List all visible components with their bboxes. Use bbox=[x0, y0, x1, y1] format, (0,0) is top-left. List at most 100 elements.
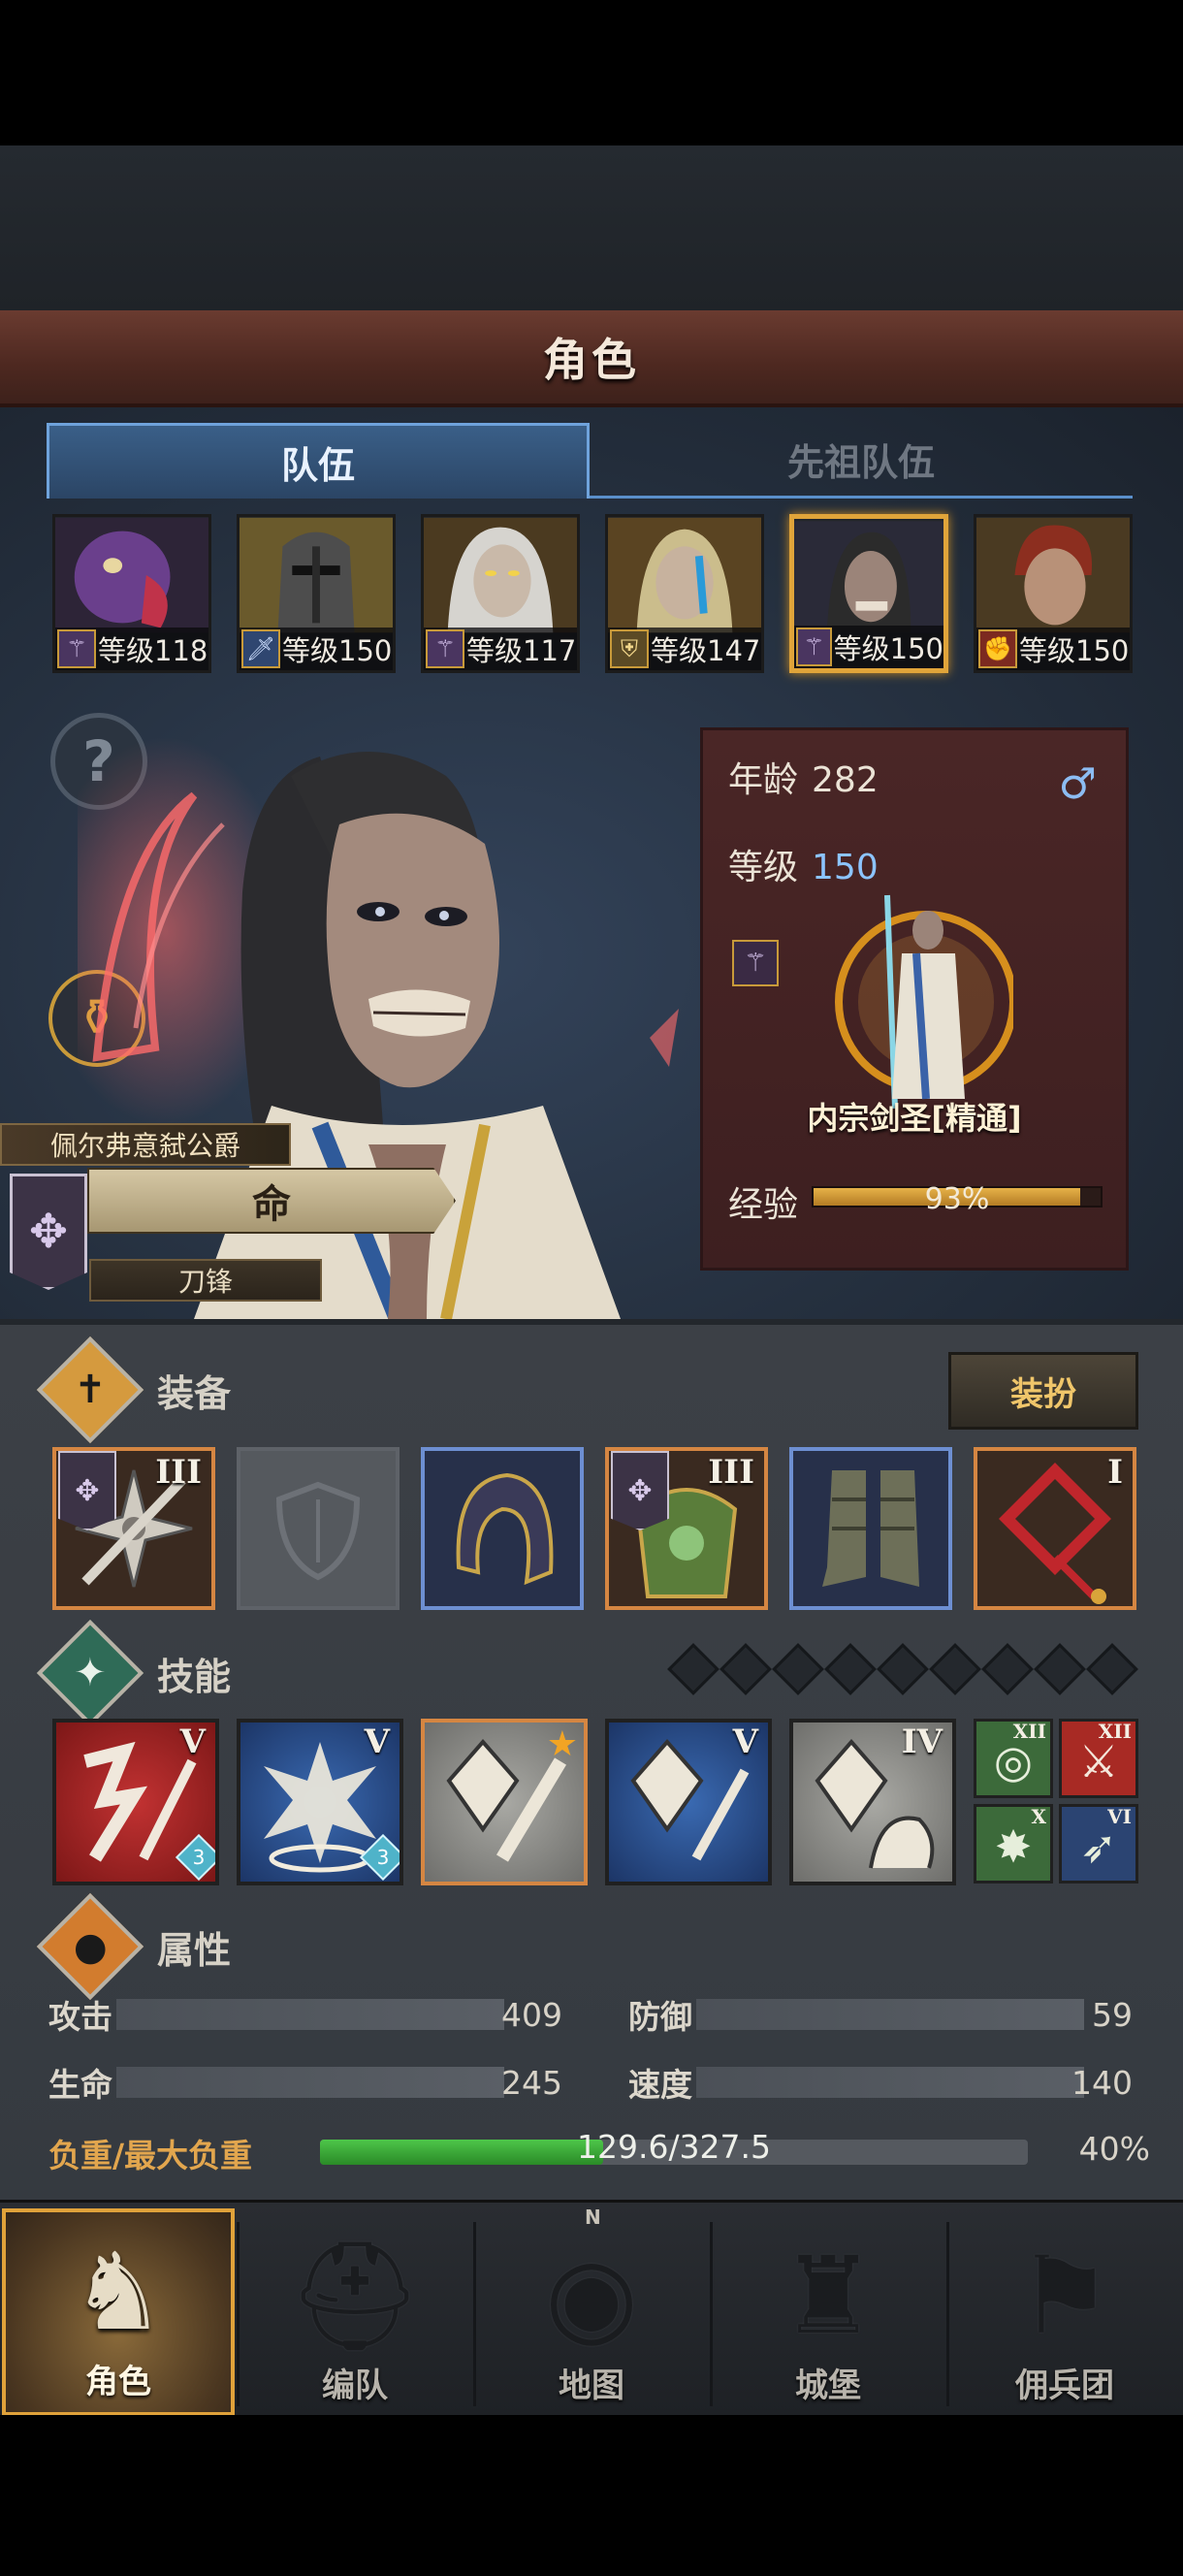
skill-slot-diamond bbox=[929, 1643, 981, 1695]
tier-label: III bbox=[155, 1453, 202, 1492]
nav-character[interactable]: ♞ 角色 bbox=[2, 2208, 235, 2416]
compass-north-label: N bbox=[585, 2206, 601, 2229]
skill-crystal-arm[interactable]: IV bbox=[789, 1719, 956, 1885]
party-member-1[interactable]: ⚚ 等级118 bbox=[52, 514, 211, 673]
tier-label: I bbox=[1107, 1453, 1123, 1492]
blade-icon: ⚔ bbox=[1078, 1735, 1119, 1787]
nav-label: 角色 bbox=[85, 2363, 151, 2401]
tier-label: XII bbox=[1012, 1720, 1046, 1743]
castle-icon: ♜ bbox=[780, 2234, 877, 2358]
passive-target[interactable]: ◎ XII bbox=[974, 1719, 1053, 1798]
exp-percent: 93% bbox=[924, 1182, 990, 1216]
party-portraits: ⚚ 等级118 🗡 等级150 ⚚ 等级117 ⛨ 等级147 ⚚ 等级150 … bbox=[52, 514, 1138, 673]
load-label: 负重/最大负重 bbox=[48, 2137, 253, 2174]
boots-icon bbox=[822, 1470, 919, 1587]
skill-slots: V 3 V 3 ★ V IV ◎ XII ⚔ XII ✸ X ➶ VI bbox=[52, 1719, 1138, 1887]
skill-slot-diamond bbox=[1086, 1643, 1138, 1695]
title-bar: 角色 bbox=[0, 310, 1183, 407]
equip-slot-offhand[interactable] bbox=[237, 1447, 400, 1610]
level-value: 150 bbox=[812, 848, 879, 887]
tier-label: III bbox=[708, 1453, 754, 1492]
age-row: 年龄 282 bbox=[728, 752, 879, 802]
party-level-label: 等级118 bbox=[98, 634, 208, 667]
tier-label: VI bbox=[1107, 1805, 1132, 1828]
knight-icon: ♞ bbox=[70, 2230, 167, 2354]
fist-icon: ✊ bbox=[978, 629, 1017, 668]
cross-icon: ✝ bbox=[36, 1336, 144, 1444]
tier-label: V bbox=[732, 1723, 758, 1761]
attack-value: 409 bbox=[501, 1995, 562, 2034]
party-member-4[interactable]: ⛨ 等级147 bbox=[605, 514, 764, 673]
nav-formation[interactable]: ⛑ 编队 bbox=[239, 2208, 471, 2416]
equip-slot-boots[interactable] bbox=[789, 1447, 952, 1610]
party-member-6[interactable]: ✊ 等级150 bbox=[974, 514, 1133, 673]
nav-label: 地图 bbox=[559, 2367, 624, 2405]
passive-bird[interactable]: ➶ VI bbox=[1059, 1804, 1138, 1884]
party-level-label: 等级147 bbox=[651, 634, 761, 667]
male-gender-icon: ♂ bbox=[1058, 759, 1097, 809]
equip-slot-weapon[interactable]: ✥ III bbox=[52, 1447, 215, 1610]
staff-icon: ⚚ bbox=[426, 629, 464, 668]
load-value: 129.6/327.5 bbox=[576, 2128, 772, 2166]
status-bar-area bbox=[0, 0, 1183, 145]
party-member-5[interactable]: ⚚ 等级150 bbox=[789, 514, 948, 673]
burst-icon: ✸ bbox=[994, 1820, 1033, 1873]
party-level-label: 等级117 bbox=[466, 634, 577, 667]
skill-slot-diamond bbox=[877, 1643, 929, 1695]
header-background bbox=[0, 145, 1183, 310]
defense-value: 59 bbox=[1092, 1995, 1133, 2034]
tier-label: X bbox=[1031, 1805, 1046, 1828]
helmet-formation-icon: ⛑ bbox=[287, 2234, 423, 2358]
passive-burst[interactable]: ✸ X bbox=[974, 1804, 1053, 1884]
skill-blade-slash[interactable]: V 3 bbox=[52, 1719, 219, 1885]
speed-label: 速度 bbox=[628, 2066, 692, 2104]
nav-mercenary[interactable]: ⚑ 佣兵团 bbox=[948, 2208, 1181, 2416]
exp-bar: 93% bbox=[812, 1182, 1103, 1216]
nav-map[interactable]: ◉ 地图 bbox=[475, 2208, 708, 2416]
level-label: 等级 bbox=[728, 848, 799, 887]
party-level-label: 等级150 bbox=[282, 634, 393, 667]
skill-crystal-dart[interactable]: ★ bbox=[421, 1719, 588, 1885]
equip-slot-accessory[interactable]: I bbox=[974, 1447, 1136, 1610]
party-member-2[interactable]: 🗡 等级150 bbox=[237, 514, 396, 673]
class-hero-figure bbox=[835, 894, 1013, 1109]
equipment-title: 装备 bbox=[157, 1371, 232, 1415]
nav-castle[interactable]: ♜ 城堡 bbox=[712, 2208, 944, 2416]
hp-value: 245 bbox=[501, 2063, 562, 2102]
system-nav-area bbox=[0, 2415, 1183, 2576]
party-member-3[interactable]: ⚚ 等级117 bbox=[421, 514, 580, 673]
character-title-plate: 佩尔弗意弑公爵 bbox=[0, 1123, 291, 1166]
person-icon: ● bbox=[36, 1892, 144, 2001]
tier-label: V bbox=[364, 1723, 390, 1761]
defense-row: 防御 59 bbox=[628, 1990, 1133, 2039]
equip-slot-armor[interactable]: ✥ III bbox=[605, 1447, 768, 1610]
tab-ancestor-team[interactable]: 先祖队伍 bbox=[590, 423, 1133, 499]
skill-crystal-sword[interactable]: V bbox=[605, 1719, 772, 1885]
house-flag-icon: ✥ bbox=[58, 1451, 116, 1530]
exp-label: 经验 bbox=[728, 1185, 799, 1225]
nav-label: 编队 bbox=[322, 2367, 388, 2405]
attributes-section-header: ● 属性 bbox=[36, 1892, 1144, 2001]
house-banner-icon[interactable]: ✥ bbox=[10, 1174, 87, 1290]
party-level-label: 等级150 bbox=[833, 632, 943, 665]
attack-row: 攻击 409 bbox=[48, 1990, 562, 2039]
skill-slot-diamond bbox=[772, 1643, 824, 1695]
trait-plate[interactable]: 刀锋 bbox=[89, 1259, 322, 1302]
hp-row: 生命 245 bbox=[48, 2058, 562, 2107]
tab-team[interactable]: 队伍 bbox=[47, 423, 590, 499]
skull-jaw-elf-portrait bbox=[794, 521, 943, 633]
equip-slot-helmet[interactable] bbox=[421, 1447, 584, 1610]
class-staff-icon[interactable]: ⚚ bbox=[732, 940, 779, 986]
skill-slot-indicators bbox=[667, 1643, 1138, 1695]
party-level-label: 等级150 bbox=[1019, 634, 1130, 667]
level-row: 等级 150 bbox=[728, 839, 879, 889]
skill-burst-summon[interactable]: V 3 bbox=[237, 1719, 403, 1885]
tier-label: IV bbox=[901, 1723, 943, 1761]
skill-slot-diamond bbox=[824, 1643, 877, 1695]
passive-blade[interactable]: ⚔ XII bbox=[1059, 1719, 1138, 1798]
skill-slot-diamond bbox=[1034, 1643, 1086, 1695]
sword-icon: 🗡 bbox=[241, 629, 280, 668]
turkey-head-portrait bbox=[55, 517, 208, 633]
dress-up-button[interactable]: 装扮 bbox=[948, 1352, 1138, 1430]
fate-plate[interactable]: 命 bbox=[87, 1168, 456, 1234]
